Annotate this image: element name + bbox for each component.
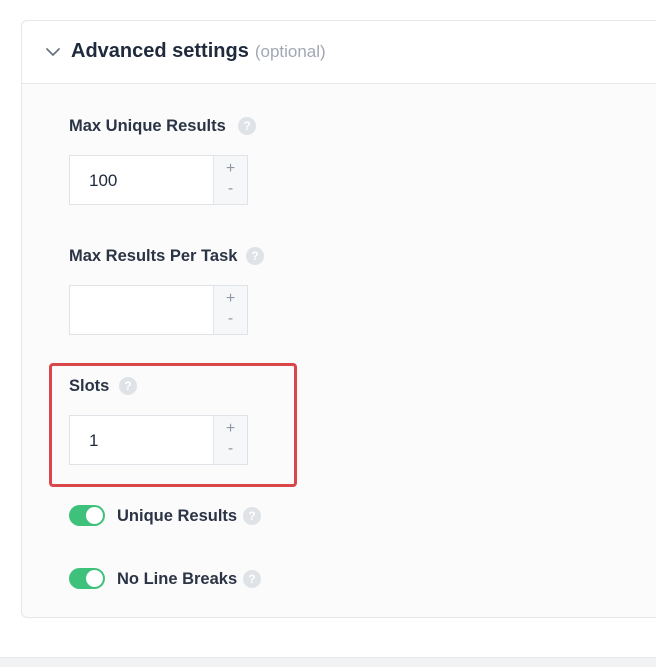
optional-tag: (optional)	[254, 42, 326, 61]
section-title: Advanced settings (optional)	[71, 40, 326, 63]
toggle-knob	[86, 570, 103, 587]
section-title-text: Advanced settings	[71, 40, 249, 62]
decrement-button[interactable]: -	[214, 310, 247, 328]
advanced-settings-header[interactable]: Advanced settings (optional)	[22, 21, 656, 84]
unique-results-label: Unique Results	[117, 507, 238, 525]
toggle-knob	[86, 507, 103, 524]
slots-label: Slots	[69, 377, 110, 395]
input-value[interactable]: 1	[89, 431, 98, 451]
unique-results-toggle[interactable]	[69, 505, 105, 526]
max-results-per-task-label: Max Results Per Task	[69, 247, 238, 265]
quantity-stepper[interactable]: + -	[213, 286, 247, 334]
increment-button[interactable]: +	[214, 290, 247, 308]
help-icon[interactable]: ?	[238, 117, 256, 135]
advanced-settings-panel: Advanced settings (optional) Max Unique R…	[21, 20, 656, 618]
max-unique-results-label: Max Unique Results	[69, 117, 226, 135]
no-line-breaks-label: No Line Breaks	[117, 570, 238, 588]
help-icon[interactable]: ?	[243, 570, 261, 588]
input-value[interactable]: 100	[89, 171, 117, 191]
quantity-stepper[interactable]: + -	[213, 416, 247, 464]
increment-button[interactable]: +	[214, 420, 247, 438]
max-results-per-task-input[interactable]: + -	[69, 285, 248, 335]
max-unique-results-input[interactable]: 100 + -	[69, 155, 248, 205]
no-line-breaks-toggle[interactable]	[69, 568, 105, 589]
increment-button[interactable]: +	[214, 160, 247, 178]
chevron-down-icon[interactable]	[44, 43, 62, 61]
quantity-stepper[interactable]: + -	[213, 156, 247, 204]
decrement-button[interactable]: -	[214, 180, 247, 198]
decrement-button[interactable]: -	[214, 440, 247, 458]
help-icon[interactable]: ?	[243, 507, 261, 525]
help-icon[interactable]: ?	[246, 247, 264, 265]
help-icon[interactable]: ?	[119, 377, 137, 395]
slots-input[interactable]: 1 + -	[69, 415, 248, 465]
